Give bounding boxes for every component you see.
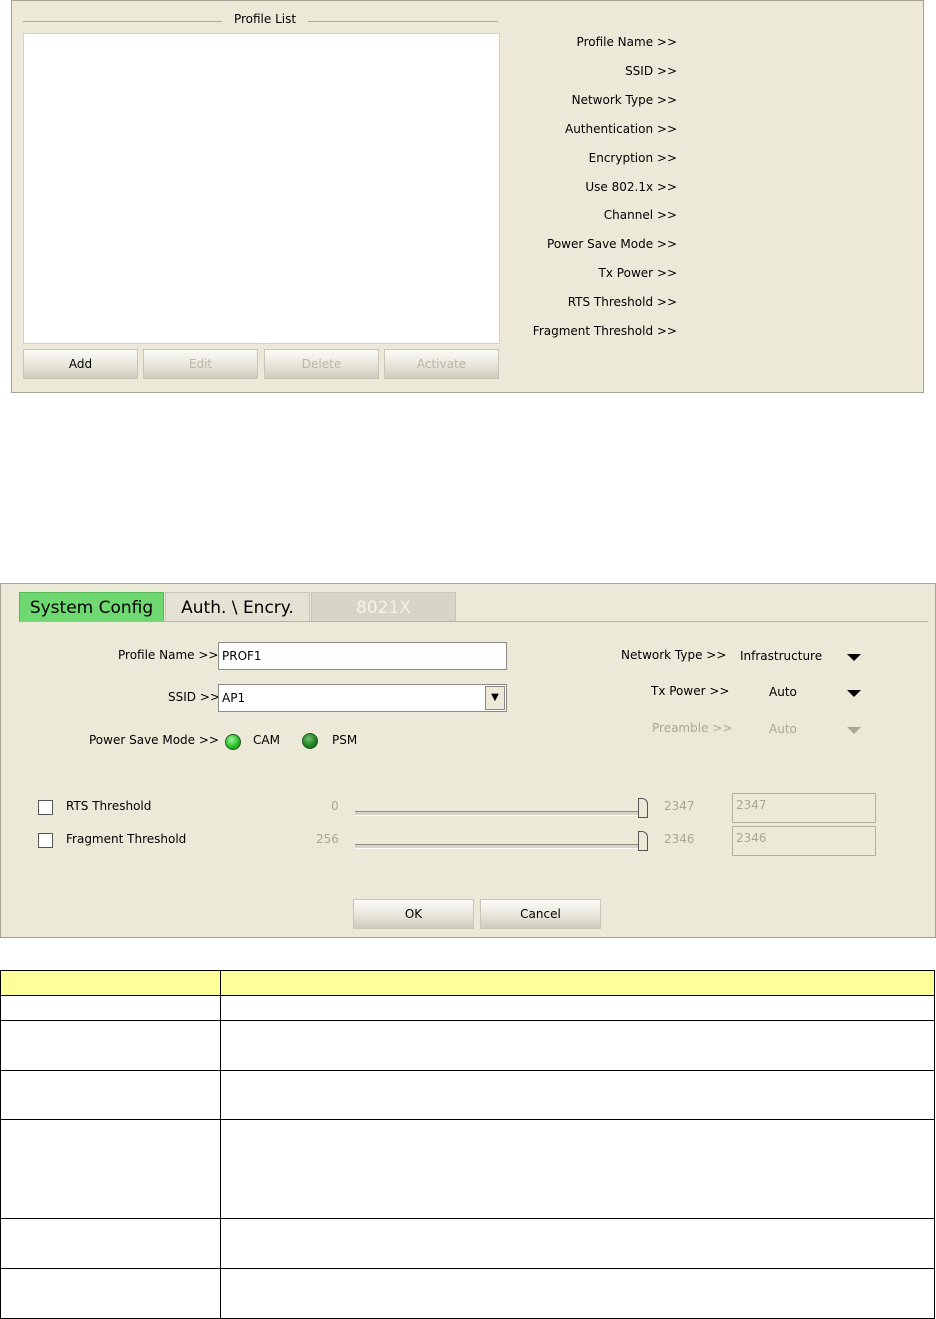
ssid-label: SSID >> <box>168 690 220 704</box>
detail-fragment-threshold: Fragment Threshold >> <box>532 324 677 338</box>
table-header-cell <box>220 970 935 996</box>
table-cell <box>0 1020 221 1071</box>
chevron-down-icon[interactable]: ▼ <box>485 686 505 710</box>
table-cell <box>0 1070 221 1120</box>
table-cell <box>0 1119 221 1219</box>
detail-rts-threshold: RTS Threshold >> <box>567 295 677 309</box>
table-row <box>0 1268 935 1319</box>
network-type-label: Network Type >> <box>621 648 727 662</box>
radio-psm[interactable] <box>302 733 318 749</box>
rts-min-label: 0 <box>331 799 339 813</box>
tab-auth-encry[interactable]: Auth. \ Encry. <box>165 592 310 622</box>
power-save-mode-label: Power Save Mode >> <box>89 733 219 747</box>
cam-label: CAM <box>253 733 280 747</box>
cancel-button[interactable]: Cancel <box>480 899 601 929</box>
ssid-value: AP1 <box>222 691 246 705</box>
table-header-cell <box>0 970 221 996</box>
tab-8021x[interactable]: 8021X <box>311 592 456 622</box>
rts-slider-track[interactable] <box>355 811 646 816</box>
ok-button[interactable]: OK <box>353 899 474 929</box>
table-cell <box>220 995 935 1021</box>
description-table <box>0 970 935 1319</box>
detail-profile-name: Profile Name >> <box>576 35 677 49</box>
table-header-row <box>0 970 935 996</box>
rts-max-label: 2347 <box>664 799 695 813</box>
add-button[interactable]: Add <box>23 349 138 379</box>
tx-power-label: Tx Power >> <box>651 684 730 698</box>
detail-network-type: Network Type >> <box>571 93 677 107</box>
table-row <box>0 1218 935 1269</box>
table-cell <box>220 1020 935 1071</box>
group-divider <box>308 21 498 22</box>
rts-threshold-checkbox[interactable] <box>38 800 53 815</box>
profile-panel: Profile List Add Edit Delete Activate Pr… <box>11 0 924 393</box>
table-cell <box>220 1119 935 1219</box>
table-row <box>0 1119 935 1219</box>
table-row <box>0 995 935 1021</box>
tab-system-config[interactable]: System Config <box>19 592 164 622</box>
radio-cam[interactable] <box>225 734 241 750</box>
detail-channel: Channel >> <box>603 208 677 222</box>
fragment-min-label: 256 <box>316 832 339 846</box>
detail-ssid: SSID >> <box>625 64 677 78</box>
profile-name-input[interactable]: PROF1 <box>218 642 507 670</box>
preamble-select[interactable]: Auto <box>769 722 797 736</box>
network-type-dropdown-icon[interactable] <box>847 654 861 661</box>
psm-label: PSM <box>332 733 358 747</box>
activate-button[interactable]: Activate <box>384 349 499 379</box>
tx-power-select[interactable]: Auto <box>769 685 797 699</box>
tab-divider <box>19 621 928 622</box>
group-divider <box>23 21 222 22</box>
table-row <box>0 1020 935 1071</box>
delete-button[interactable]: Delete <box>264 349 379 379</box>
fragment-value-input[interactable]: 2346 <box>732 826 876 856</box>
rts-threshold-label: RTS Threshold <box>66 799 152 813</box>
table-cell <box>0 1268 221 1319</box>
detail-power-save-mode: Power Save Mode >> <box>547 237 677 251</box>
table-cell <box>220 1070 935 1120</box>
table-cell <box>0 1218 221 1269</box>
table-cell <box>0 995 221 1021</box>
config-panel: System Config Auth. \ Encry. 8021X Profi… <box>0 583 936 938</box>
fragment-slider-handle[interactable] <box>638 831 648 851</box>
fragment-threshold-checkbox[interactable] <box>38 833 53 848</box>
preamble-dropdown-icon[interactable] <box>847 727 861 734</box>
rts-slider-handle[interactable] <box>638 798 648 818</box>
table-cell <box>220 1218 935 1269</box>
edit-button[interactable]: Edit <box>143 349 258 379</box>
preamble-label: Preamble >> <box>652 721 733 735</box>
rts-value-input[interactable]: 2347 <box>732 793 876 823</box>
ssid-combobox[interactable]: AP1 ▼ <box>218 684 507 712</box>
fragment-slider-track[interactable] <box>355 844 646 849</box>
detail-use-8021x: Use 802.1x >> <box>585 180 677 194</box>
fragment-max-label: 2346 <box>664 832 695 846</box>
table-cell <box>220 1268 935 1319</box>
table-row <box>0 1070 935 1120</box>
profile-list-title: Profile List <box>222 12 308 26</box>
detail-tx-power: Tx Power >> <box>598 266 677 280</box>
tx-power-dropdown-icon[interactable] <box>847 690 861 697</box>
fragment-threshold-label: Fragment Threshold <box>66 832 187 846</box>
profile-name-label: Profile Name >> <box>118 648 219 662</box>
detail-authentication: Authentication >> <box>564 122 677 136</box>
detail-encryption: Encryption >> <box>588 151 677 165</box>
network-type-select[interactable]: Infrastructure <box>740 649 822 663</box>
